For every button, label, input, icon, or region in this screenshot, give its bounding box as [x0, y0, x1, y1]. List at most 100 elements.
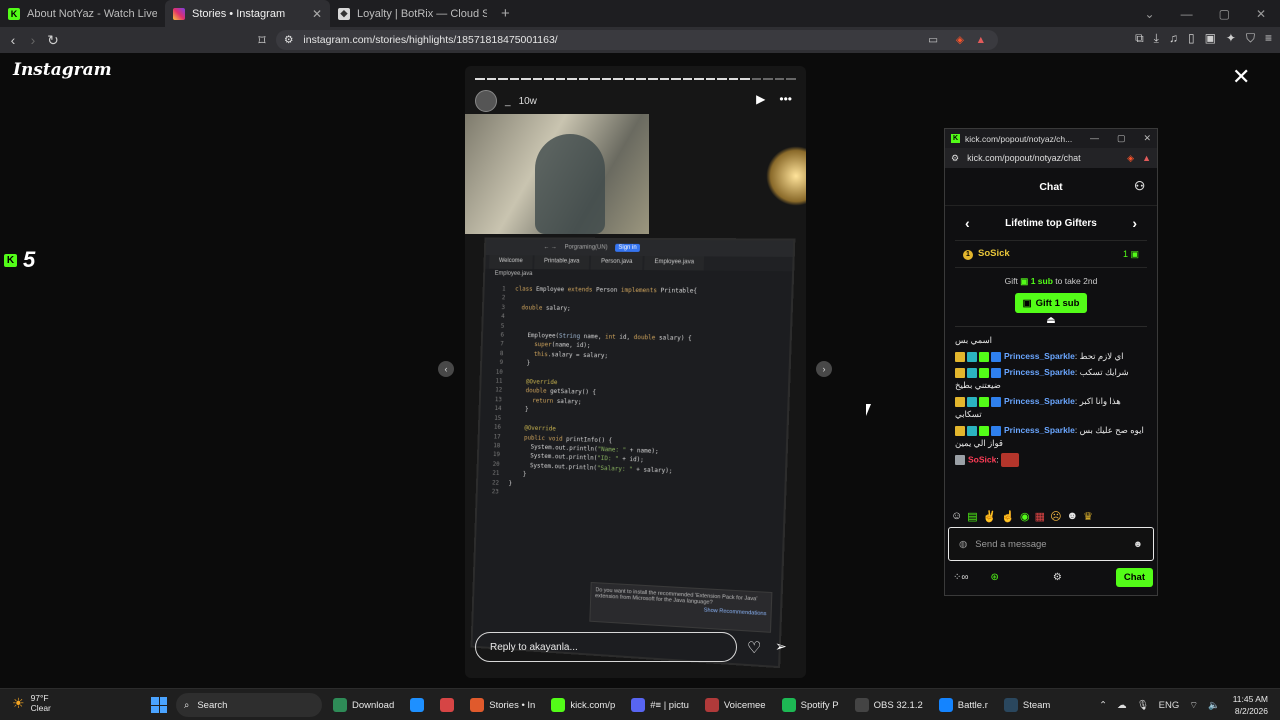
more-options-icon[interactable]: •••	[779, 92, 792, 106]
maximize-icon[interactable]: ▢	[1219, 7, 1230, 21]
wallet-icon[interactable]: ▣	[1205, 31, 1216, 46]
media-icon[interactable]: ♫	[1169, 31, 1178, 46]
emote-icon[interactable]: ♛	[1083, 510, 1093, 523]
brave-rewards-icon[interactable]: ▲	[976, 34, 986, 46]
volume-icon[interactable]: 🔈	[1208, 700, 1220, 711]
maximize-icon[interactable]: ▢	[1117, 133, 1126, 144]
chat-username[interactable]: Princess_Sparkle	[1004, 396, 1075, 406]
start-button[interactable]	[151, 697, 167, 713]
chat-username[interactable]: SoSick	[968, 454, 996, 464]
brave-rewards-icon[interactable]: ▲	[1142, 153, 1151, 163]
language-indicator[interactable]: ENG	[1159, 700, 1180, 711]
minimize-icon[interactable]: —	[1181, 7, 1193, 21]
leo-ai-icon[interactable]: ✦	[1226, 31, 1236, 46]
taskbar-app[interactable]: OBS 32.1.2	[852, 693, 926, 717]
emote-icon[interactable]: ▦	[1035, 510, 1045, 523]
brave-shields-icon[interactable]: ◈	[956, 34, 964, 46]
story-viewer[interactable]: ← → Porgraming(UN) Sign in Welcome Print…	[465, 66, 806, 678]
wifi-icon[interactable]: ⌔	[1189, 700, 1198, 711]
story-username[interactable]: _	[505, 96, 511, 107]
tray-chevron-icon[interactable]: ⌃	[1099, 700, 1107, 711]
site-info-icon[interactable]: ⚙	[284, 34, 293, 46]
settings-gear-icon[interactable]: ⚙	[1053, 572, 1062, 583]
taskbar-clock[interactable]: 11:45 AM 8/2/2026	[1233, 693, 1268, 717]
weather-widget[interactable]: ☀ 97°F Clear	[12, 693, 51, 713]
play-icon[interactable]: ▶	[756, 92, 765, 106]
bookmark-icon[interactable]: ⌑	[252, 32, 272, 49]
instagram-logo[interactable]: Instagram	[13, 60, 112, 80]
points-icon[interactable]: ⁘∞	[953, 572, 969, 583]
user-badges	[955, 425, 1001, 436]
taskbar-app[interactable]: Download	[330, 693, 397, 717]
top-gifter-row[interactable]: 1 SoSick 1 ▣	[955, 240, 1147, 268]
chat-username[interactable]: Princess_Sparkle	[1004, 351, 1075, 361]
window-controls: ⌄ — ▢ ✕	[1145, 0, 1280, 27]
close-window-icon[interactable]: ✕	[1143, 133, 1151, 144]
gift-sub-button[interactable]: ▣ Gift 1 sub	[1015, 293, 1087, 313]
minimize-icon[interactable]: —	[1090, 133, 1099, 144]
emote-icon[interactable]: ☝	[1001, 510, 1015, 523]
send-message-input[interactable]: ◍ Send a message ☻	[948, 527, 1154, 561]
emote-icon[interactable]: ▤	[967, 510, 977, 523]
cast-icon[interactable]: ▭	[928, 34, 938, 46]
tab-search-icon[interactable]: ⌄	[1145, 7, 1155, 21]
emote-icon[interactable]: ☹	[1050, 510, 1061, 523]
progress-segment	[578, 78, 589, 80]
back-icon[interactable]: ‹	[3, 32, 23, 48]
taskbar-app[interactable]: Spotify P	[779, 693, 842, 717]
chat-send-button[interactable]: Chat	[1115, 567, 1153, 587]
address-bar[interactable]: ⚙ instagram.com/stories/highlights/18571…	[276, 30, 998, 50]
reload-icon[interactable]: ↻	[43, 32, 63, 49]
emoji-picker-icon[interactable]: ☻	[1133, 539, 1143, 550]
menu-icon[interactable]: ≡	[1265, 31, 1272, 46]
gift-icon: ▣	[1130, 248, 1139, 259]
app-icon	[440, 698, 455, 712]
taskbar-app[interactable]: Voicemee	[702, 693, 769, 717]
story-reply-input[interactable]: Reply to akayanla...	[475, 632, 737, 662]
vpn-icon[interactable]: ⛉	[1246, 31, 1255, 46]
downloads-icon[interactable]: ⤓	[1154, 31, 1159, 46]
kick-chat-popout: K kick.com/popout/notyaz/ch... — ▢ ✕ ⚙ k…	[944, 128, 1158, 596]
emote-icon[interactable]: ◉	[1020, 510, 1030, 523]
sidebar-icon[interactable]: ▯	[1188, 31, 1195, 46]
taskbar-app[interactable]: Battle.r	[936, 693, 991, 717]
avatar[interactable]	[475, 90, 497, 112]
close-story-button[interactable]: ✕	[1232, 64, 1250, 90]
users-icon[interactable]: ⚇	[1134, 179, 1145, 193]
taskbar-app[interactable]: kick.com/p	[548, 693, 618, 717]
emote-icon[interactable]: ☺	[951, 510, 962, 523]
extensions-icon[interactable]: ⧉	[1135, 31, 1144, 46]
tab-instagram-stories[interactable]: Stories • Instagram ✕	[165, 0, 330, 27]
previous-story-button[interactable]: ‹	[438, 361, 454, 377]
site-info-icon[interactable]: ⚙	[951, 153, 959, 164]
close-tab-icon[interactable]: ✕	[312, 7, 322, 21]
chevron-left-icon[interactable]: ‹	[965, 215, 970, 231]
tab-botrix-loyalty[interactable]: ◆ Loyalty | BotRix — Cloud Streaming	[330, 0, 495, 27]
tab-kick-about[interactable]: K About NotYaz - Watch Live on Kick	[0, 0, 165, 27]
ide-tab: Printable.java	[534, 255, 590, 270]
chat-username[interactable]: Princess_Sparkle	[1004, 425, 1075, 435]
send-share-icon[interactable]: ➢	[775, 638, 787, 655]
forward-icon[interactable]: ›	[23, 32, 43, 48]
taskbar-app[interactable]: #≡ | pictu	[628, 693, 692, 717]
taskbar-app[interactable]	[407, 693, 427, 717]
chat-username[interactable]: Princess_Sparkle	[1004, 367, 1075, 377]
emote-icon[interactable]: ☻	[1067, 510, 1079, 523]
taskbar-app[interactable]: Stories • In	[467, 693, 538, 717]
taskbar-app[interactable]	[437, 693, 457, 717]
brave-shields-icon[interactable]: ◈	[1127, 153, 1134, 164]
close-window-icon[interactable]: ✕	[1256, 7, 1266, 21]
collapse-gifters-icon[interactable]: ⏏	[955, 315, 1147, 327]
network-icon[interactable]: ☁	[1117, 700, 1127, 711]
taskbar-search[interactable]: ⌕ Search	[176, 693, 322, 717]
chevron-right-icon[interactable]: ›	[1132, 215, 1137, 231]
progress-segment	[636, 78, 646, 80]
botrix-favicon-icon: ◆	[338, 7, 350, 20]
new-tab-button[interactable]: +	[501, 5, 510, 22]
emote-icon[interactable]: ✌	[983, 510, 997, 523]
taskbar-app[interactable]: Steam	[1001, 693, 1053, 717]
like-heart-icon[interactable]: ♡	[747, 638, 761, 658]
microphone-icon[interactable]: 🎙	[1137, 700, 1149, 711]
kick-points-icon[interactable]: ⊛	[991, 572, 999, 583]
next-story-button[interactable]: ›	[816, 361, 832, 377]
